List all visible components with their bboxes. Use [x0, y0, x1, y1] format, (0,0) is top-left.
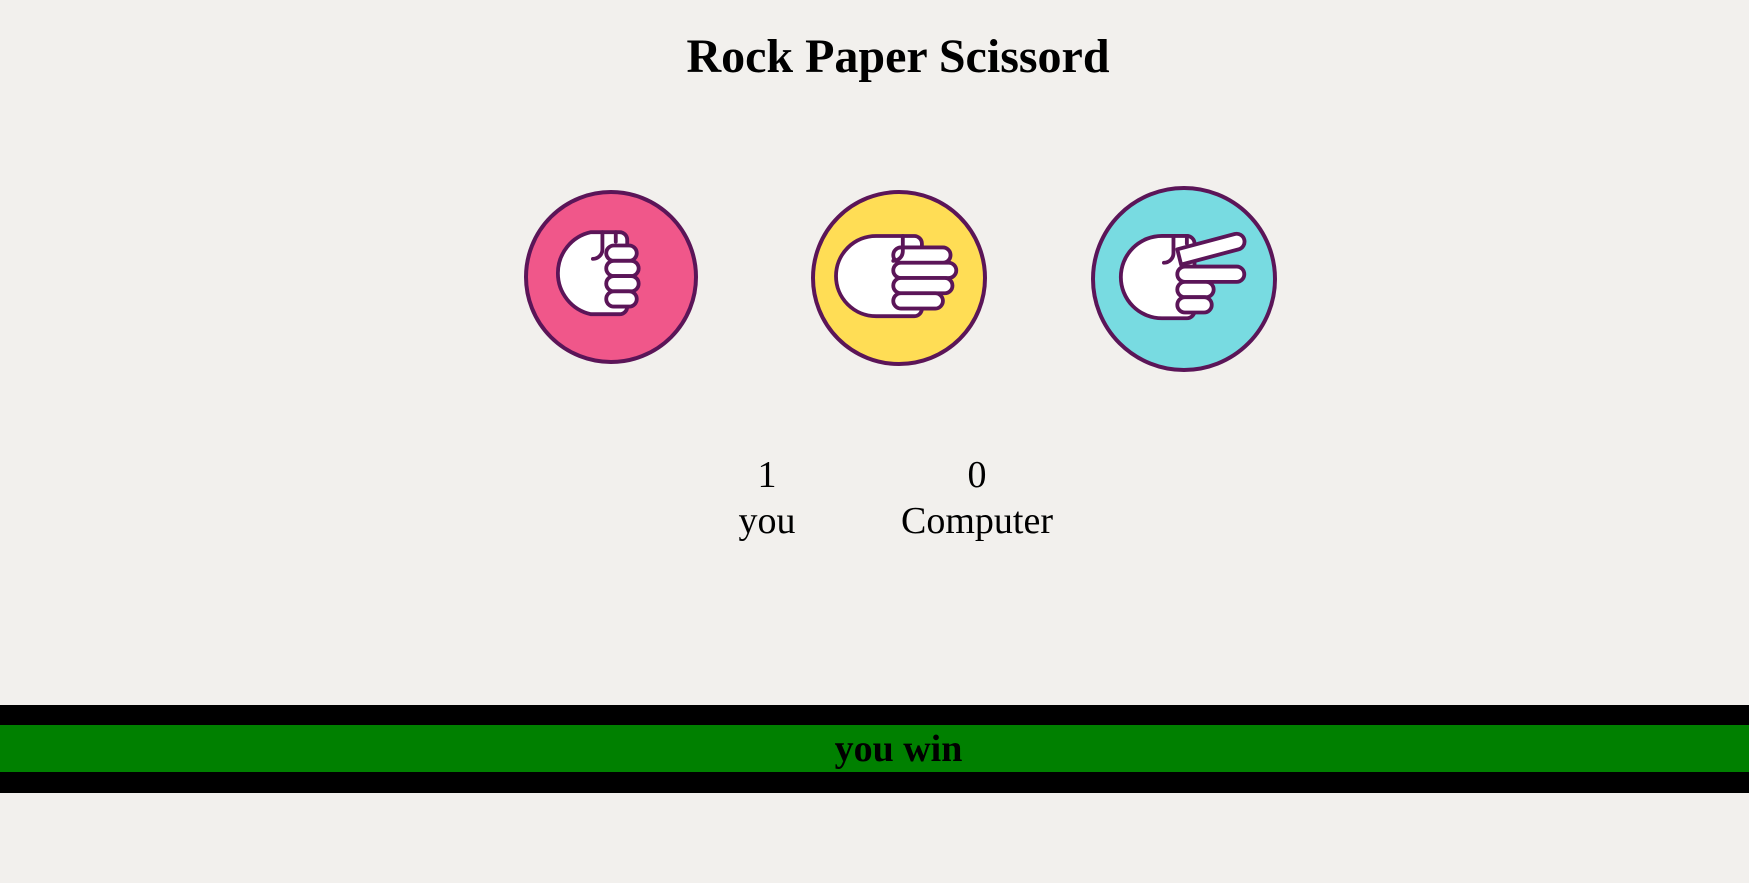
rock-choice-button[interactable] — [524, 190, 698, 364]
result-banner: you win — [0, 705, 1749, 793]
user-score: 1 you — [727, 452, 807, 544]
result-message: you win — [834, 728, 963, 770]
computer-score-label: Computer — [901, 500, 1053, 542]
choices-container — [0, 0, 1749, 400]
user-score-label: you — [738, 500, 796, 542]
result-message-box: you win — [0, 725, 1749, 772]
paper-choice-button[interactable] — [811, 190, 987, 366]
computer-score-value: 0 — [967, 454, 987, 496]
rock-fist-icon — [555, 230, 641, 317]
scissors-choice-button[interactable] — [1091, 186, 1277, 372]
paper-hand-icon — [834, 234, 959, 319]
scissors-hand-icon — [1119, 231, 1247, 321]
user-score-value: 1 — [757, 454, 777, 496]
computer-score: 0 Computer — [887, 452, 1067, 544]
